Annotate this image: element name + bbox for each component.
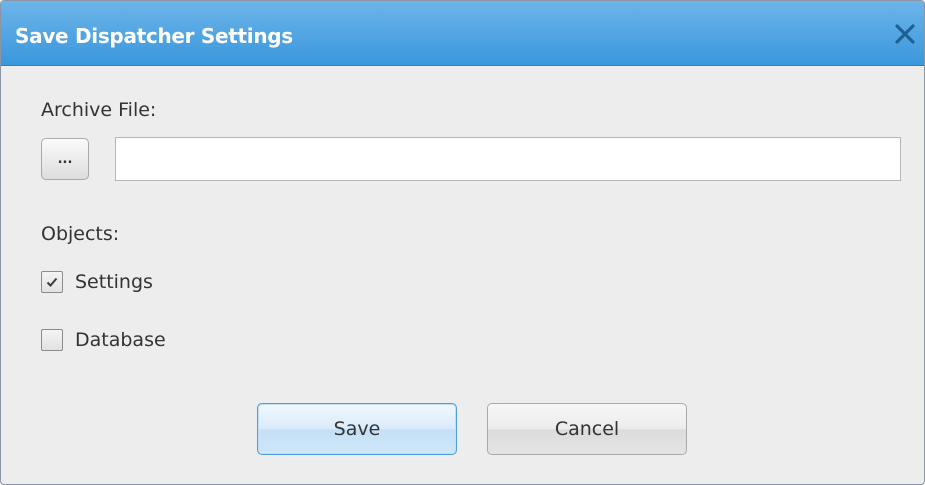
settings-checkbox-row[interactable]: Settings bbox=[41, 269, 153, 295]
settings-checkbox[interactable] bbox=[41, 271, 63, 293]
save-button[interactable]: Save bbox=[257, 403, 457, 455]
archive-file-label: Archive File: bbox=[41, 99, 157, 121]
cancel-button[interactable]: Cancel bbox=[487, 403, 687, 455]
dialog-title: Save Dispatcher Settings bbox=[15, 24, 293, 48]
database-checkbox-label: Database bbox=[75, 329, 166, 351]
database-checkbox-row[interactable]: Database bbox=[41, 327, 166, 353]
archive-file-input[interactable] bbox=[115, 137, 901, 181]
save-dispatcher-settings-dialog: Save Dispatcher Settings Archive File: .… bbox=[0, 0, 925, 485]
database-checkbox[interactable] bbox=[41, 329, 63, 351]
title-bar: Save Dispatcher Settings bbox=[1, 1, 924, 66]
close-button[interactable] bbox=[892, 21, 918, 47]
checkmark-icon bbox=[46, 277, 58, 287]
objects-label: Objects: bbox=[41, 223, 120, 245]
browse-button[interactable]: ... bbox=[41, 138, 89, 180]
settings-checkbox-label: Settings bbox=[75, 271, 153, 293]
close-icon bbox=[895, 24, 915, 44]
